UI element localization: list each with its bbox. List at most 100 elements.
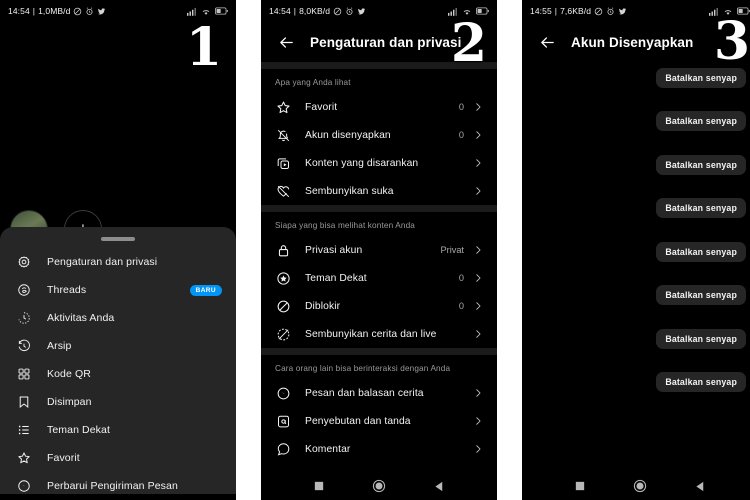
close-friends-star-icon xyxy=(275,270,292,287)
back-triangle-icon[interactable] xyxy=(690,476,710,496)
chevron-right-icon xyxy=(473,388,483,398)
list-item: Batalkan senyap xyxy=(522,100,750,144)
unmute-button[interactable]: Batalkan senyap xyxy=(656,198,746,219)
settings-row-close-friends[interactable]: Teman Dekat 0 xyxy=(261,264,497,292)
chevron-right-icon xyxy=(473,444,483,454)
settings-list[interactable]: Apa yang Anda lihat Favorit 0 Akun disen… xyxy=(261,62,497,483)
arrow-left-icon[interactable] xyxy=(275,31,297,53)
panel-1-content: + Pengaturan dan privasi Threads BARU xyxy=(0,22,236,500)
section-divider xyxy=(261,205,497,212)
drag-handle[interactable] xyxy=(101,237,135,241)
do-not-disturb-icon xyxy=(73,7,82,16)
arrow-left-icon[interactable] xyxy=(536,31,558,53)
menu-item-label: Kode QR xyxy=(47,368,91,380)
android-nav-bar-2 xyxy=(261,472,497,500)
unmute-button[interactable]: Batalkan senyap xyxy=(656,372,746,393)
settings-row-label: Komentar xyxy=(305,443,351,455)
do-not-disturb-icon xyxy=(333,7,342,16)
status-time: 14:54 xyxy=(8,6,30,16)
list-item: Batalkan senyap xyxy=(522,230,750,274)
android-nav-bar-3 xyxy=(522,472,750,500)
settings-row-hide-likes[interactable]: Sembunyikan suka xyxy=(261,177,497,205)
recents-square-icon[interactable] xyxy=(570,476,590,496)
gear-icon xyxy=(14,252,34,272)
close-friends-list-icon xyxy=(14,420,34,440)
menu-item-favorites[interactable]: Favorit xyxy=(0,444,236,472)
status-separator: | xyxy=(32,6,36,16)
bookmark-icon xyxy=(14,392,34,412)
back-triangle-icon[interactable] xyxy=(429,476,449,496)
section-heading: Cara orang lain bisa berinteraksi dengan… xyxy=(275,364,451,373)
unmute-button[interactable]: Batalkan senyap xyxy=(656,111,746,132)
settings-row-suggested-content[interactable]: Konten yang disarankan xyxy=(261,149,497,177)
settings-row-value: 0 xyxy=(458,301,464,311)
menu-item-label: Threads xyxy=(47,284,87,296)
settings-row-blocked[interactable]: Diblokir 0 xyxy=(261,292,497,320)
unmute-button[interactable]: Batalkan senyap xyxy=(656,328,746,349)
settings-row-hide-story-live[interactable]: Sembunyikan cerita dan live xyxy=(261,320,497,348)
recents-square-icon[interactable] xyxy=(309,476,329,496)
settings-row-messages-replies[interactable]: Pesan dan balasan cerita xyxy=(261,379,497,407)
menu-item-your-activity[interactable]: Aktivitas Anda xyxy=(0,304,236,332)
menu-item-messenger-update[interactable]: Perbarui Pengiriman Pesan xyxy=(0,472,236,494)
menu-item-qr-code[interactable]: Kode QR xyxy=(0,360,236,388)
blocked-icon xyxy=(275,298,292,315)
menu-item-label: Arsip xyxy=(47,340,72,352)
menu-item-close-friends[interactable]: Teman Dekat xyxy=(0,416,236,444)
settings-row-label: Teman Dekat xyxy=(305,272,367,284)
suggested-content-icon xyxy=(275,155,292,172)
menu-item-saved[interactable]: Disimpan xyxy=(0,388,236,416)
twitter-icon xyxy=(97,7,106,16)
menu-item-label: Aktivitas Anda xyxy=(47,312,115,324)
unmute-button[interactable]: Batalkan senyap xyxy=(656,241,746,262)
home-circle-icon[interactable] xyxy=(630,476,650,496)
settings-row-favorit[interactable]: Favorit 0 xyxy=(261,93,497,121)
panel-number-3: 3 xyxy=(713,11,750,72)
status-time: 14:54 xyxy=(269,6,291,16)
status-bar-left-1: 14:54 | 1,0MB/d xyxy=(8,6,106,16)
android-nav-bar-1 xyxy=(0,494,236,500)
settings-row-value: Privat xyxy=(440,245,465,255)
settings-row-muted-accounts[interactable]: Akun disenyapkan 0 xyxy=(261,121,497,149)
settings-row-comments[interactable]: Komentar xyxy=(261,435,497,463)
status-bar-left-2: 14:54 | 8,0KB/d xyxy=(269,6,366,16)
section-heading: Siapa yang bisa melihat konten Anda xyxy=(275,221,415,230)
status-separator: | xyxy=(293,6,297,16)
chevron-right-icon xyxy=(473,130,483,140)
messenger-icon xyxy=(275,385,292,402)
chevron-right-icon xyxy=(473,158,483,168)
settings-row-label: Privasi akun xyxy=(305,244,363,256)
alarm-icon xyxy=(606,6,615,16)
page-title: Akun Disenyapkan xyxy=(571,34,694,50)
settings-row-label: Favorit xyxy=(305,101,338,113)
list-item: Batalkan senyap xyxy=(522,143,750,187)
status-data-rate: 8,0KB/d xyxy=(299,6,331,16)
screenshot-board: 14:54 | 1,0MB/d 1 Pengaturan dan privasi… xyxy=(0,0,750,500)
menu-item-settings[interactable]: Pengaturan dan privasi xyxy=(0,248,236,276)
chevron-right-icon xyxy=(473,416,483,426)
muted-accounts-list[interactable]: Batalkan senyap Batalkan senyap Batalkan… xyxy=(522,56,750,472)
lock-icon xyxy=(275,242,292,259)
settings-row-label: Penyebutan dan tanda xyxy=(305,415,411,427)
unmute-button[interactable]: Batalkan senyap xyxy=(656,154,746,175)
status-data-rate: 1,0MB/d xyxy=(38,6,71,16)
status-separator: | xyxy=(554,6,558,16)
qr-code-icon xyxy=(14,364,34,384)
status-time: 14:55 xyxy=(530,6,552,16)
list-item: Batalkan senyap xyxy=(522,187,750,231)
settings-row-label: Sembunyikan cerita dan live xyxy=(305,328,437,340)
story-hide-icon xyxy=(275,326,292,343)
panel-number-1: 1 xyxy=(185,17,222,78)
signal-icon xyxy=(187,7,197,16)
menu-item-label: Perbarui Pengiriman Pesan xyxy=(47,480,178,492)
settings-row-mentions-tags[interactable]: Penyebutan dan tanda xyxy=(261,407,497,435)
phone-panel-2: 14:54 | 8,0KB/d Pengaturan dan privasi 2… xyxy=(261,0,497,500)
status-bar-right-1 xyxy=(187,7,228,16)
menu-item-archive[interactable]: Arsip xyxy=(0,332,236,360)
chevron-right-icon xyxy=(473,102,483,112)
settings-row-account-privacy[interactable]: Privasi akun Privat xyxy=(261,236,497,264)
unmute-button[interactable]: Batalkan senyap xyxy=(656,285,746,306)
menu-item-threads[interactable]: Threads BARU xyxy=(0,276,236,304)
home-circle-icon[interactable] xyxy=(369,476,389,496)
phone-panel-1: 14:54 | 1,0MB/d 1 Pengaturan dan privasi… xyxy=(0,0,236,500)
